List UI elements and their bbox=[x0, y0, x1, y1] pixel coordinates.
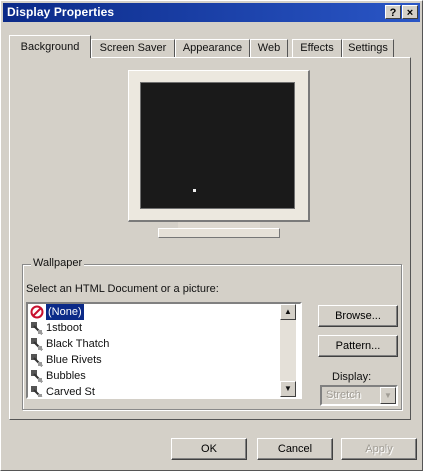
apply-button-label: Apply bbox=[365, 443, 393, 455]
wallpaper-listbox[interactable]: (None) 1stboot Black Thatch Blue Rivets bbox=[26, 302, 302, 399]
wallpaper-group-label: Wallpaper bbox=[31, 257, 85, 269]
tab-web[interactable]: Web bbox=[250, 39, 288, 57]
paintbrush-file-icon bbox=[31, 354, 43, 367]
help-button[interactable]: ? bbox=[385, 5, 401, 19]
display-properties-window: Display Properties ? × Background Screen… bbox=[0, 0, 423, 471]
monitor-stand bbox=[158, 228, 280, 238]
chevron-down-icon: ▼ bbox=[380, 387, 396, 404]
title-bar[interactable]: Display Properties ? × bbox=[3, 3, 420, 22]
cancel-button-label: Cancel bbox=[277, 443, 313, 455]
close-button[interactable]: × bbox=[402, 5, 418, 19]
tab-background[interactable]: Background bbox=[9, 35, 91, 58]
pattern-button-label: Pattern... bbox=[335, 340, 381, 352]
ok-button-label: OK bbox=[201, 443, 217, 455]
pattern-button[interactable]: Pattern... bbox=[318, 335, 398, 357]
select-picture-label: Select an HTML Document or a picture: bbox=[26, 283, 219, 295]
list-item-label: (None) bbox=[45, 304, 85, 321]
browse-button[interactable]: Browse... bbox=[318, 305, 398, 327]
screen-cursor-dot bbox=[193, 189, 196, 192]
display-label: Display: bbox=[332, 371, 372, 383]
monitor-preview bbox=[128, 70, 310, 248]
none-icon bbox=[30, 305, 44, 319]
cancel-button[interactable]: Cancel bbox=[257, 438, 333, 460]
paintbrush-file-icon bbox=[31, 338, 43, 351]
paintbrush-file-icon bbox=[31, 322, 43, 335]
scroll-down-arrow-icon[interactable]: ▼ bbox=[280, 381, 296, 397]
display-mode-value: Stretch bbox=[326, 389, 361, 401]
tab-appearance[interactable]: Appearance bbox=[175, 39, 250, 57]
scroll-up-arrow-icon[interactable]: ▲ bbox=[280, 304, 296, 320]
window-title: Display Properties bbox=[7, 5, 115, 19]
display-mode-select: Stretch ▼ bbox=[320, 385, 398, 406]
ok-button[interactable]: OK bbox=[171, 438, 247, 460]
tab-effects[interactable]: Effects bbox=[292, 39, 342, 57]
paintbrush-file-icon bbox=[31, 370, 43, 383]
list-item-label: Carved St bbox=[46, 386, 95, 398]
monitor-screen bbox=[140, 82, 295, 209]
tab-screen-saver[interactable]: Screen Saver bbox=[91, 39, 175, 57]
list-item-label: 1stboot bbox=[46, 322, 83, 334]
list-item-label: Bubbles bbox=[46, 370, 86, 382]
tab-settings[interactable]: Settings bbox=[342, 39, 394, 57]
listbox-scrollbar[interactable]: ▲ ▼ bbox=[280, 304, 296, 397]
background-tab-panel: Wallpaper Select an HTML Document or a p… bbox=[9, 57, 411, 420]
list-item-label: Black Thatch bbox=[46, 338, 110, 350]
browse-button-label: Browse... bbox=[335, 310, 381, 322]
list-item-label: Blue Rivets bbox=[46, 354, 102, 366]
apply-button: Apply bbox=[341, 438, 417, 460]
paintbrush-file-icon bbox=[31, 386, 43, 397]
